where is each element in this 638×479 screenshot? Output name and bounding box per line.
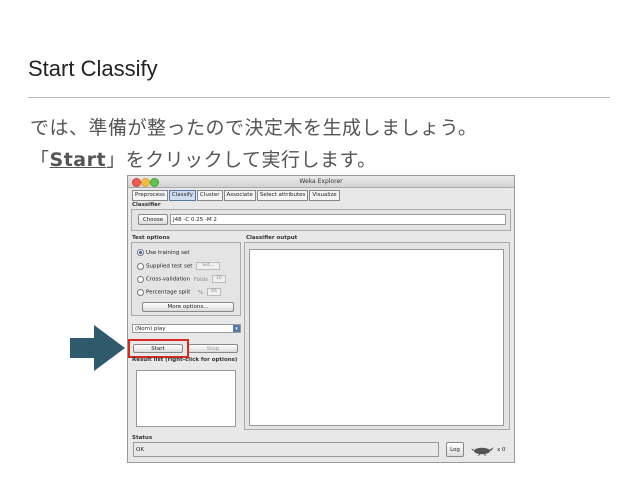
classifier-output-panel[interactable] bbox=[249, 249, 504, 426]
tab-associate[interactable]: Associate bbox=[223, 190, 256, 201]
stop-button[interactable]: Stop bbox=[188, 344, 238, 353]
choose-button[interactable]: Choose bbox=[138, 214, 168, 225]
supplied-test-label: Supplied test set bbox=[146, 263, 193, 270]
instruction-line-1: では、準備が整ったので決定木を生成しましょう。 bbox=[30, 117, 478, 139]
chevron-down-icon: ▾ bbox=[233, 325, 240, 332]
percent-label: % bbox=[198, 289, 204, 296]
status-field: OK bbox=[133, 442, 439, 457]
class-attribute-value: (Nom) play bbox=[135, 326, 166, 332]
radio-icon bbox=[137, 288, 144, 296]
more-options-button[interactable]: More options... bbox=[142, 302, 234, 312]
tab-visualize[interactable]: Visualize bbox=[309, 190, 340, 201]
test-options-label: Test options bbox=[132, 235, 170, 241]
classifier-output-label: Classifier output bbox=[246, 235, 298, 241]
result-list-label: Result list (right-click for options) bbox=[132, 357, 238, 363]
folds-field[interactable]: 10 bbox=[211, 275, 226, 283]
folds-label: Folds bbox=[193, 276, 208, 283]
radio-selected-icon bbox=[137, 249, 144, 256]
classifier-field[interactable]: J48 -C 0.25 -M 2 bbox=[170, 214, 506, 225]
window-title: Weka Explorer bbox=[299, 178, 343, 185]
cross-validation-label: Cross-validation bbox=[146, 276, 190, 283]
status-label: Status bbox=[132, 435, 153, 441]
radio-icon bbox=[137, 262, 144, 270]
bracket-open: 「 bbox=[30, 149, 50, 171]
window-titlebar: Weka Explorer bbox=[128, 176, 514, 188]
tab-cluster[interactable]: Cluster bbox=[196, 190, 223, 201]
weka-explorer-window: Weka Explorer Preprocess Classify Cluste… bbox=[127, 175, 515, 463]
tab-select-attributes[interactable]: Select attributes bbox=[256, 190, 309, 201]
tab-preprocess[interactable]: Preprocess bbox=[132, 190, 168, 201]
percentage-split-option[interactable]: Percentage split % 66 bbox=[137, 288, 221, 296]
start-emphasis: Start bbox=[49, 149, 107, 171]
log-button[interactable]: Log bbox=[446, 442, 464, 457]
supplied-test-set-option[interactable]: Supplied test set Set... bbox=[137, 262, 221, 270]
percentage-split-label: Percentage split bbox=[146, 289, 191, 296]
cross-validation-option[interactable]: Cross-validation Folds 10 bbox=[137, 275, 226, 283]
instruction-line-2: 「Start」をクリックして実行します。 bbox=[30, 145, 377, 172]
tab-classify[interactable]: Classify bbox=[168, 190, 196, 201]
start-button-highlight bbox=[128, 339, 189, 358]
use-training-set-option[interactable]: Use training set bbox=[137, 249, 189, 256]
tab-bar: Preprocess Classify Cluster Associate Se… bbox=[132, 190, 341, 201]
use-training-label: Use training set bbox=[146, 250, 190, 256]
slide-title: Start Classify bbox=[28, 56, 158, 81]
result-list-panel[interactable] bbox=[136, 370, 236, 427]
status-count: x 0 bbox=[497, 447, 506, 453]
instruction-suffix: 」をクリックして実行します。 bbox=[106, 149, 377, 171]
set-button[interactable]: Set... bbox=[196, 262, 221, 270]
arrow-pointer-icon bbox=[70, 325, 126, 375]
classifier-section-label: Classifier bbox=[132, 202, 161, 208]
class-attribute-select[interactable]: (Nom) play ▾ bbox=[132, 324, 241, 333]
radio-icon bbox=[137, 275, 144, 283]
title-divider bbox=[28, 97, 610, 98]
percent-field[interactable]: 66 bbox=[207, 288, 221, 296]
weka-bird-icon bbox=[471, 444, 495, 457]
